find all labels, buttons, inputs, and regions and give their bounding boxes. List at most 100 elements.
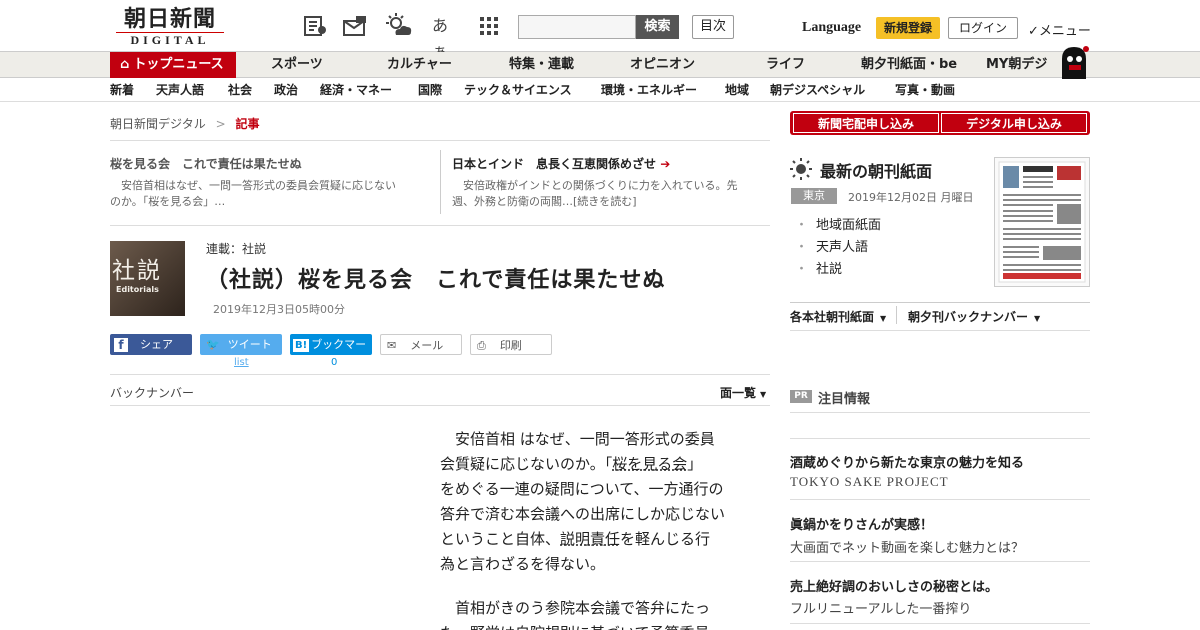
nav-culture[interactable]: カルチャー [387,52,452,78]
prev-article-title[interactable]: 桜を見る会 これで責任は果たせぬ [110,155,302,172]
breadcrumb-home[interactable]: 朝日新聞デジタル [110,117,206,131]
home-icon: ⌂ [120,57,130,72]
facebook-label: シェア [140,338,173,351]
link-label: 天声人語 [816,240,869,255]
subnav-region[interactable]: 地域 [725,78,749,102]
next-article-text-1: 安倍政権がインドとの関係づくりに力を入れている。先 [463,179,738,192]
regional-editions-dropdown[interactable]: 各本社朝刊紙面 ▼ [790,308,886,325]
pr-item-title[interactable]: 売上絶好調のおいしさの秘密とは。 [790,576,998,595]
subnav-special[interactable]: 朝デジスペシャル [770,78,865,102]
pr-item-sub[interactable]: TOKYO SAKE PROJECT [790,474,949,490]
nav-features[interactable]: 特集・連載 [509,52,574,78]
nav-label: トップニュース [133,57,224,72]
next-title-text: 日本とインド 息長く互恵関係めざせ [452,157,657,171]
nav-sports[interactable]: スポーツ [271,52,323,78]
pr-item-title[interactable]: 眞鍋かをりさんが実感！ [790,514,933,533]
backnumber-label[interactable]: バックナンバー [110,384,194,401]
nav-top-news[interactable]: ⌂ トップニュース [110,52,236,78]
digital-signup-button[interactable]: デジタル申し込み [941,113,1087,133]
grid-menu-icon[interactable] [476,13,502,39]
text-size-icon[interactable]: あぁ [432,13,458,61]
body-line: ということ自体、説明責任を軽んじる行 [440,527,750,552]
article-date: 2019年12月3日05時00分 [213,303,345,316]
divider [790,623,1090,624]
signup-button[interactable]: 新規登録 [876,17,940,39]
hatena-bookmark-button[interactable]: B! ブックマーク [290,334,372,372]
link-editorial[interactable]: ・社説 [795,258,842,277]
link-tenseijingo[interactable]: ・天声人語 [795,236,868,255]
toc-button[interactable]: 目次 [692,15,734,39]
mail-share-button[interactable]: ✉ メール [380,334,462,355]
search-input[interactable] [518,15,636,39]
divider [790,438,1090,439]
language-link[interactable]: Language [802,20,861,36]
subnav-latest[interactable]: 新着 [110,78,134,102]
site-logo[interactable]: 朝日新聞 DIGITAL [112,6,228,48]
pr-item-sub[interactable]: 大画面でネット動画を楽しむ魅力とは？ [790,537,1024,556]
print-label: 印刷 [499,339,522,352]
nav-opinion[interactable]: オピニオン [630,52,695,78]
subnav-society[interactable]: 社会 [228,78,252,102]
body-line: をめぐる一連の疑問について、一方通行の [440,480,724,498]
tweet-list-link[interactable]: list [234,357,249,368]
login-button[interactable]: ログイン [948,17,1018,39]
divider [896,306,897,324]
newspaper-delivery-button[interactable]: 新聞宅配申し込み [793,113,939,133]
nav-life[interactable]: ライフ [766,52,805,78]
subscribe-buttons: 新聞宅配申し込み デジタル申し込み [790,111,1090,135]
subnav-environment[interactable]: 環境・エネルギー [601,78,697,102]
prev-article-text-1: 安倍首相はなぜ、一問一答形式の委員会質疑に応じない [121,179,396,192]
body-line: 答弁で済む本会議への出席にしか応じない [440,505,726,523]
keyword-link[interactable]: 桜を見る会 [612,455,687,473]
subnav-international[interactable]: 国際 [418,78,442,102]
weather-icon[interactable] [386,13,412,39]
newspaper-icon[interactable] [302,13,328,39]
tweet-button[interactable]: 🐦 ツイート [200,334,282,355]
nav-my-asadigi[interactable]: MY朝デジ [986,52,1047,78]
main-nav: ⌂ トップニュース スポーツ カルチャー 特集・連載 オピニオン ライフ 朝夕刊紙… [0,46,1200,79]
site-header: 朝日新聞 DIGITAL あぁ 検索 目次 Language 新規登録 ログイン… [0,0,1200,61]
thumbnail-kanji: 社説 [112,258,162,284]
facebook-share-button[interactable]: f シェア [110,334,192,355]
divider [790,330,1090,331]
subnav-economy[interactable]: 経済・マネー [320,78,392,102]
menu-button[interactable]: ✓メニュー [1028,20,1091,39]
breadcrumb-current: 記事 [235,117,260,131]
article-title: （社説）桜を見る会 これで責任は果たせぬ [206,268,666,293]
sun-icon [790,158,812,180]
twitter-icon: 🐦 [206,338,220,351]
link-label: 社説 [816,262,843,277]
mail-icon: ✉ [387,339,397,352]
body-line: 会質疑に応じないのか。「桜を見る会」 [440,452,750,477]
triangle-down-icon: ▼ [760,390,767,399]
newspaper-front-thumbnail[interactable] [994,157,1090,287]
next-article-title[interactable]: 日本とインド 息長く互恵関係めざせ ➔ [452,155,670,172]
breadcrumb: 朝日新聞デジタル > 記事 [110,115,260,132]
body-text: 会質疑に応じないのか。「 [440,455,613,473]
pr-item-title[interactable]: 酒蔵めぐりから新たな東京の魅力を知る [790,452,1024,471]
nav-papers[interactable]: 朝夕刊紙面・be [861,52,957,78]
subnav-photo[interactable]: 写真・動画 [895,78,955,102]
pr-badge: PR [790,390,812,403]
tweet-label: ツイート [227,338,272,351]
subnav-tech[interactable]: テック＆サイエンス [464,78,572,102]
keyword-link[interactable]: 説明責任 [560,530,620,548]
page-list-dropdown[interactable]: 面一覧 ▼ [720,384,766,401]
divider [790,302,1090,303]
pr-item-sub[interactable]: フルリニューアルした一番搾り [790,598,971,617]
search-button[interactable]: 検索 [636,15,679,39]
thumbnail-en: Editorials [116,285,159,294]
page-list-label: 面一覧 [720,386,757,400]
bullet-icon: ・ [795,240,809,255]
subnav-tenseijingo[interactable]: 天声人語 [156,78,204,102]
triangle-down-icon: ▼ [1034,314,1041,323]
subnav-politics[interactable]: 政治 [274,78,298,102]
backnumber-dropdown[interactable]: 朝夕刊バックナンバー ▼ [908,308,1040,325]
mail-news-icon[interactable] [342,13,368,39]
latest-edition-title[interactable]: 最新の朝刊紙面 [820,158,932,182]
series-label[interactable]: 連載：社説 [206,240,266,257]
link-local-page[interactable]: ・地域面紙面 [795,214,881,233]
body-line: 首相がきのう参院本会議で答弁にたっ [455,599,711,617]
print-button[interactable]: ⎙ 印刷 [470,334,552,355]
breadcrumb-sep: > [215,117,226,131]
